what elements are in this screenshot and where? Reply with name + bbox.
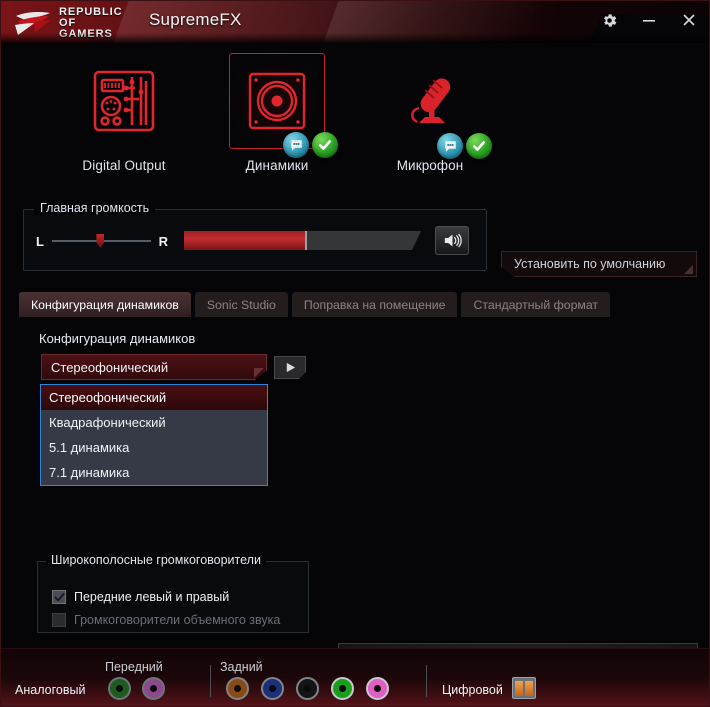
tab-speaker-configuration[interactable]: Конфигурация динамиков: [19, 292, 191, 317]
master-volume-group: Главная громкость L R: [23, 201, 487, 271]
device-label: Digital Output: [82, 158, 166, 173]
tab-sonic-studio[interactable]: Sonic Studio: [194, 292, 288, 317]
balance-track[interactable]: [51, 234, 151, 248]
set-default-button[interactable]: Установить по умолчанию: [501, 251, 697, 277]
titlebar-streak-2: [323, 1, 539, 43]
speaker-config-label: Конфигурация динамиков: [39, 331, 196, 346]
speaker-config-dropdown-list[interactable]: Стереофонический Квадрафонический 5.1 ди…: [40, 384, 268, 486]
device-icon-wrap: [382, 53, 492, 159]
chat-badge-icon: [283, 132, 309, 158]
device-label: Микрофон: [396, 158, 464, 173]
balance-left-label: L: [36, 233, 44, 249]
device-microphone[interactable]: Микрофон: [355, 53, 505, 173]
check-icon: [53, 592, 65, 601]
mute-button[interactable]: [435, 226, 469, 255]
spdif-contact: [515, 680, 523, 696]
close-icon[interactable]: [677, 8, 701, 32]
analog-label: Аналоговый: [15, 683, 86, 697]
checkbox-label: Передние левый и правый: [74, 590, 230, 604]
rear-center-sub-jack[interactable]: [226, 677, 249, 700]
balance-knob[interactable]: [96, 234, 105, 248]
front-mic-in-jack[interactable]: [142, 677, 165, 700]
front-jacks-label: Передний: [105, 660, 163, 674]
tab-default-format[interactable]: Стандартный формат: [461, 292, 611, 317]
test-play-button[interactable]: [274, 356, 306, 379]
jack-separator-2: [426, 665, 427, 697]
play-icon: [284, 361, 297, 374]
dropdown-option-quadraphonic[interactable]: Квадрафонический: [41, 410, 267, 435]
supremefx-window: REPUBLIC OF GAMERS SupremeFX Digital Out…: [0, 0, 710, 707]
rog-logo: REPUBLIC OF GAMERS: [13, 5, 143, 40]
balance-right-label: R: [158, 233, 168, 249]
minimize-icon[interactable]: [637, 8, 661, 32]
set-default-label: Установить по умолчанию: [514, 257, 666, 271]
device-selector: Digital Output Динамики Микрофон: [1, 43, 709, 191]
app-title: SupremeFX: [149, 10, 242, 29]
checkbox-front-left-right[interactable]: Передние левый и правый: [52, 590, 229, 604]
tab-room-correction[interactable]: Поправка на помещение: [291, 292, 458, 317]
speaker-config-combobox[interactable]: Стереофонический: [41, 354, 267, 380]
jack-separator: [210, 665, 211, 697]
rear-jacks-label: Задний: [220, 660, 263, 674]
dropdown-option-5-1[interactable]: 5.1 динамика: [41, 435, 267, 460]
checkbox-box: [52, 613, 66, 627]
dropdown-option-stereo[interactable]: Стереофонический: [41, 385, 267, 410]
checkbox-box[interactable]: [52, 590, 66, 604]
device-badges: [437, 133, 492, 159]
spdif-contact: [525, 680, 533, 696]
rear-front-speaker-jack[interactable]: [331, 677, 354, 700]
device-icon-wrap: [229, 53, 338, 158]
rear-rear-speaker-jack[interactable]: [261, 677, 284, 700]
full-range-legend: Широкополосные громкоговорители: [46, 553, 266, 567]
jack-panel: Аналоговый Передний Задний Цифровой: [1, 648, 709, 706]
window-controls: [597, 8, 701, 32]
balance-slider[interactable]: L R: [36, 230, 168, 252]
chat-badge-icon: [437, 133, 463, 159]
check-badge-icon: [466, 133, 492, 159]
spdif-out-jack[interactable]: [512, 677, 536, 699]
rog-line-1: REPUBLIC OF: [59, 5, 123, 29]
device-badges: [283, 132, 338, 158]
device-label: Динамики: [245, 158, 309, 173]
rog-line-2: GAMERS: [59, 27, 113, 40]
speaker-volume-icon: [444, 233, 462, 248]
device-digital-output[interactable]: Digital Output: [49, 53, 199, 173]
check-badge-icon: [312, 132, 338, 158]
master-volume-legend: Главная громкость: [34, 201, 156, 215]
title-bar: REPUBLIC OF GAMERS SupremeFX: [1, 1, 709, 43]
speaker-config-selected-value: Стереофонический: [51, 359, 169, 375]
rog-eye-icon: [13, 10, 53, 36]
checkbox-surround-speakers: Громкоговорители объемного звука: [52, 613, 280, 627]
volume-fill: [184, 231, 307, 250]
gear-icon[interactable]: [597, 8, 621, 32]
device-icon-wrap: [76, 53, 172, 149]
front-line-out-jack[interactable]: [108, 677, 131, 700]
volume-slider[interactable]: [184, 231, 421, 250]
tab-bar: Конфигурация динамиков Sonic Studio Попр…: [19, 292, 611, 317]
digital-label: Цифровой: [442, 683, 503, 697]
device-speakers[interactable]: Динамики: [202, 53, 352, 173]
dropdown-option-7-1[interactable]: 7.1 динамика: [41, 460, 267, 485]
rear-microphone-jack[interactable]: [366, 677, 389, 700]
rear-side-speaker-jack[interactable]: [296, 677, 319, 700]
checkbox-label: Громкоговорители объемного звука: [74, 613, 281, 627]
full-range-speakers-group: Широкополосные громкоговорители Передние…: [37, 553, 309, 633]
rog-wordmark: REPUBLIC OF GAMERS: [59, 5, 143, 40]
